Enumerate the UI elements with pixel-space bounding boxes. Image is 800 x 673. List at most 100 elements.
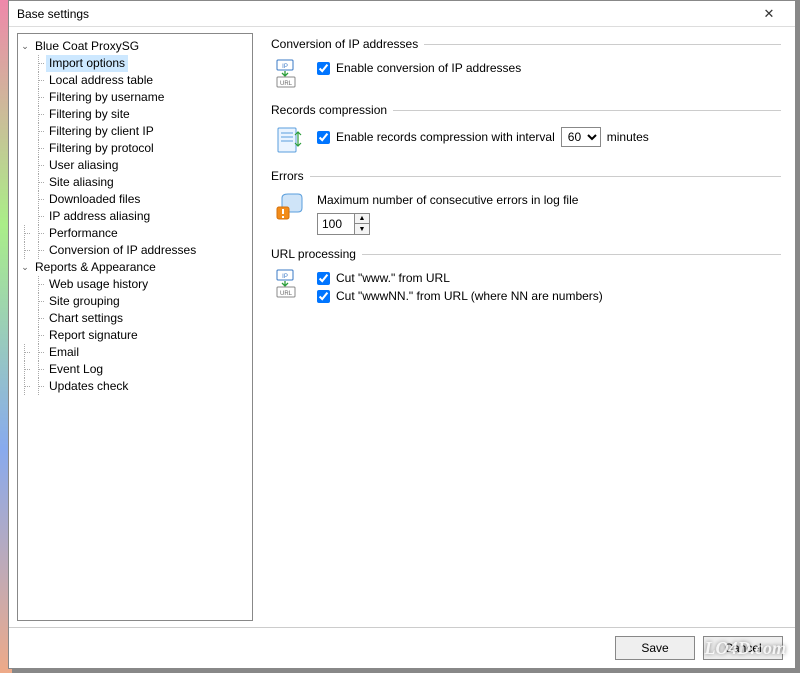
tree-connector — [32, 191, 46, 208]
svg-text:IP: IP — [282, 274, 288, 280]
errors-log-icon — [273, 189, 307, 223]
section-errors: Errors Maximum number of consecutive err — [271, 169, 781, 235]
tree-item[interactable]: Filtering by protocol — [18, 140, 252, 157]
tree-connector — [32, 361, 46, 378]
tree-connector — [32, 276, 46, 293]
tree-connector — [32, 72, 46, 89]
tree-item[interactable]: Local address table — [18, 72, 252, 89]
cut-www-checkbox[interactable]: Cut "www." from URL — [317, 271, 781, 285]
tree-item[interactable]: Filtering by client IP — [18, 123, 252, 140]
enable-ip-conversion-checkbox[interactable]: Enable conversion of IP addresses — [317, 61, 781, 75]
tree-connector — [32, 55, 46, 72]
section-header: Errors — [271, 169, 781, 183]
tree-item-label: Filtering by username — [46, 89, 167, 106]
tree-item-label: Report signature — [46, 327, 141, 344]
ip-url-icon: IP URL — [273, 57, 307, 91]
save-button[interactable]: Save — [615, 636, 695, 660]
tree-item-label: Filtering by client IP — [46, 123, 157, 140]
section-header: Conversion of IP addresses — [271, 37, 781, 51]
interval-unit-label: minutes — [607, 130, 649, 144]
max-errors-spinner[interactable]: ▲ ▼ — [317, 213, 370, 235]
enable-records-compression-checkbox[interactable]: Enable records compression with interval — [317, 130, 555, 144]
tree-item[interactable]: Downloaded files — [18, 191, 252, 208]
tree-item[interactable]: Email — [18, 344, 252, 361]
tree-item-label: IP address aliasing — [46, 208, 153, 225]
tree-item-label: Site aliasing — [46, 174, 117, 191]
tree-item[interactable]: Web usage history — [18, 276, 252, 293]
section-title: Records compression — [271, 103, 387, 117]
tree-item-label: Web usage history — [46, 276, 151, 293]
spinner-down-icon[interactable]: ▼ — [355, 224, 369, 234]
tree-item[interactable]: Chart settings — [18, 310, 252, 327]
section-url-processing: URL processing IP URL — [271, 247, 781, 307]
settings-form: Conversion of IP addresses IP URL — [257, 27, 795, 627]
tree-item-label: Site grouping — [46, 293, 123, 310]
close-button[interactable]: ✕ — [751, 4, 787, 24]
section-header: Records compression — [271, 103, 781, 117]
tree-item[interactable]: Filtering by site — [18, 106, 252, 123]
checkbox-input[interactable] — [317, 272, 330, 285]
tree-connector — [32, 89, 46, 106]
tree-item-label: Email — [46, 344, 82, 361]
close-icon: ✕ — [764, 6, 775, 22]
svg-text:URL: URL — [280, 81, 293, 87]
collapse-icon[interactable]: ⌄ — [18, 259, 32, 276]
tree-connector — [32, 293, 46, 310]
tree-item-label: Reports & Appearance — [32, 259, 159, 276]
section-title: Conversion of IP addresses — [271, 37, 418, 51]
tree-item[interactable]: Site grouping — [18, 293, 252, 310]
tree-item[interactable]: Event Log — [18, 361, 252, 378]
tree-connector — [32, 327, 46, 344]
tree-item[interactable]: User aliasing — [18, 157, 252, 174]
checkbox-input[interactable] — [317, 62, 330, 75]
max-errors-input[interactable] — [318, 214, 354, 234]
tree-item[interactable]: Conversion of IP addresses — [18, 242, 252, 259]
tree-item-label: Performance — [46, 225, 121, 242]
tree-item[interactable]: IP address aliasing — [18, 208, 252, 225]
section-header: URL processing — [271, 247, 781, 261]
tree-item-label: Updates check — [46, 378, 131, 395]
tree-item[interactable]: Performance — [18, 225, 252, 242]
tree-connector — [32, 157, 46, 174]
svg-text:URL: URL — [280, 291, 293, 297]
tree-item-label: Conversion of IP addresses — [46, 242, 199, 259]
tree-item[interactable]: Filtering by username — [18, 89, 252, 106]
tree-connector — [32, 310, 46, 327]
tree-connector — [32, 344, 46, 361]
tree-item[interactable]: ⌄Blue Coat ProxySG — [18, 38, 252, 55]
settings-tree-panel[interactable]: ⌄Blue Coat ProxySGImport optionsLocal ad… — [17, 33, 253, 621]
tree-item-label: Import options — [46, 55, 128, 72]
tree-connector — [32, 242, 46, 259]
divider — [393, 110, 781, 111]
settings-tree: ⌄Blue Coat ProxySGImport optionsLocal ad… — [18, 38, 252, 395]
settings-dialog: Base settings ✕ ⌄Blue Coat ProxySGImport… — [8, 0, 796, 669]
spinner-up-icon[interactable]: ▲ — [355, 214, 369, 224]
tree-item[interactable]: Updates check — [18, 378, 252, 395]
tree-item-label: Filtering by site — [46, 106, 133, 123]
content-area: ⌄Blue Coat ProxySGImport optionsLocal ad… — [9, 27, 795, 627]
tree-item[interactable]: Import options — [18, 55, 252, 72]
tree-connector — [32, 140, 46, 157]
window-title: Base settings — [17, 7, 89, 21]
tree-connector — [32, 225, 46, 242]
checkbox-input[interactable] — [317, 131, 330, 144]
checkbox-input[interactable] — [317, 290, 330, 303]
section-records-compression: Records compression — [271, 103, 781, 157]
divider — [310, 176, 781, 177]
compression-interval-select[interactable]: 60 — [561, 127, 601, 147]
tree-item[interactable]: ⌄Reports & Appearance — [18, 259, 252, 276]
tree-connector — [32, 174, 46, 191]
tree-item-label: User aliasing — [46, 157, 121, 174]
tree-connector — [32, 208, 46, 225]
svg-text:IP: IP — [282, 64, 288, 70]
titlebar: Base settings ✕ — [9, 1, 795, 27]
tree-item-label: Filtering by protocol — [46, 140, 157, 157]
cut-wwwnn-checkbox[interactable]: Cut "wwwNN." from URL (where NN are numb… — [317, 289, 781, 303]
tree-item[interactable]: Report signature — [18, 327, 252, 344]
dialog-footer: Save Cancel — [9, 627, 795, 668]
tree-connector — [32, 106, 46, 123]
collapse-icon[interactable]: ⌄ — [18, 38, 32, 55]
tree-item[interactable]: Site aliasing — [18, 174, 252, 191]
tree-item-label: Chart settings — [46, 310, 126, 327]
records-compress-icon — [273, 123, 307, 157]
